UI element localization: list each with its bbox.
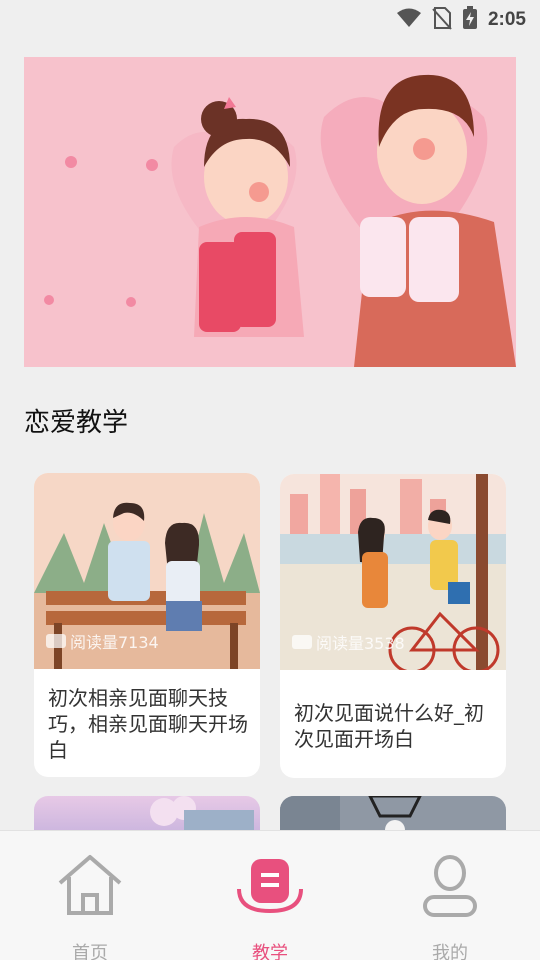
bottom-tab-bar: 首页 教学 我的	[0, 830, 540, 960]
home-icon	[58, 855, 122, 915]
status-bar: 2:05	[0, 0, 540, 36]
section-title: 恋爱教学	[24, 408, 129, 438]
read-count-icon	[46, 634, 66, 648]
read-count: 阅读量3538	[292, 630, 405, 654]
tab-teaching[interactable]: 教学	[210, 849, 330, 960]
article-title: 初次见面说什么好_初次见面开场白	[294, 701, 484, 751]
battery-charging-icon	[462, 6, 478, 34]
tab-teaching-label: 教学	[252, 943, 288, 960]
article-card[interactable]: 阅读量3538 初次见面说什么好_初次见面开场白	[280, 474, 506, 778]
tab-home-label: 首页	[72, 943, 108, 960]
read-count-label: 阅读量3538	[316, 634, 405, 653]
teaching-icon	[237, 859, 303, 914]
profile-icon	[423, 855, 477, 917]
tab-profile-label: 我的	[432, 943, 468, 960]
no-sim-icon	[432, 6, 452, 34]
read-count-icon	[292, 635, 312, 649]
status-time: 2:05	[487, 9, 526, 30]
tab-home[interactable]: 首页	[30, 849, 150, 960]
article-title: 初次相亲见面聊天技巧，相亲见面聊天开场白	[48, 686, 248, 762]
status-icons: 2:05	[396, 6, 526, 34]
tab-profile[interactable]: 我的	[390, 849, 510, 960]
read-count: 阅读量7134	[46, 629, 159, 653]
wifi-icon	[396, 7, 422, 33]
banner-image[interactable]	[24, 57, 516, 367]
read-count-label: 阅读量7134	[70, 633, 159, 652]
article-card[interactable]: 阅读量7134 初次相亲见面聊天技巧，相亲见面聊天开场白	[34, 473, 260, 777]
